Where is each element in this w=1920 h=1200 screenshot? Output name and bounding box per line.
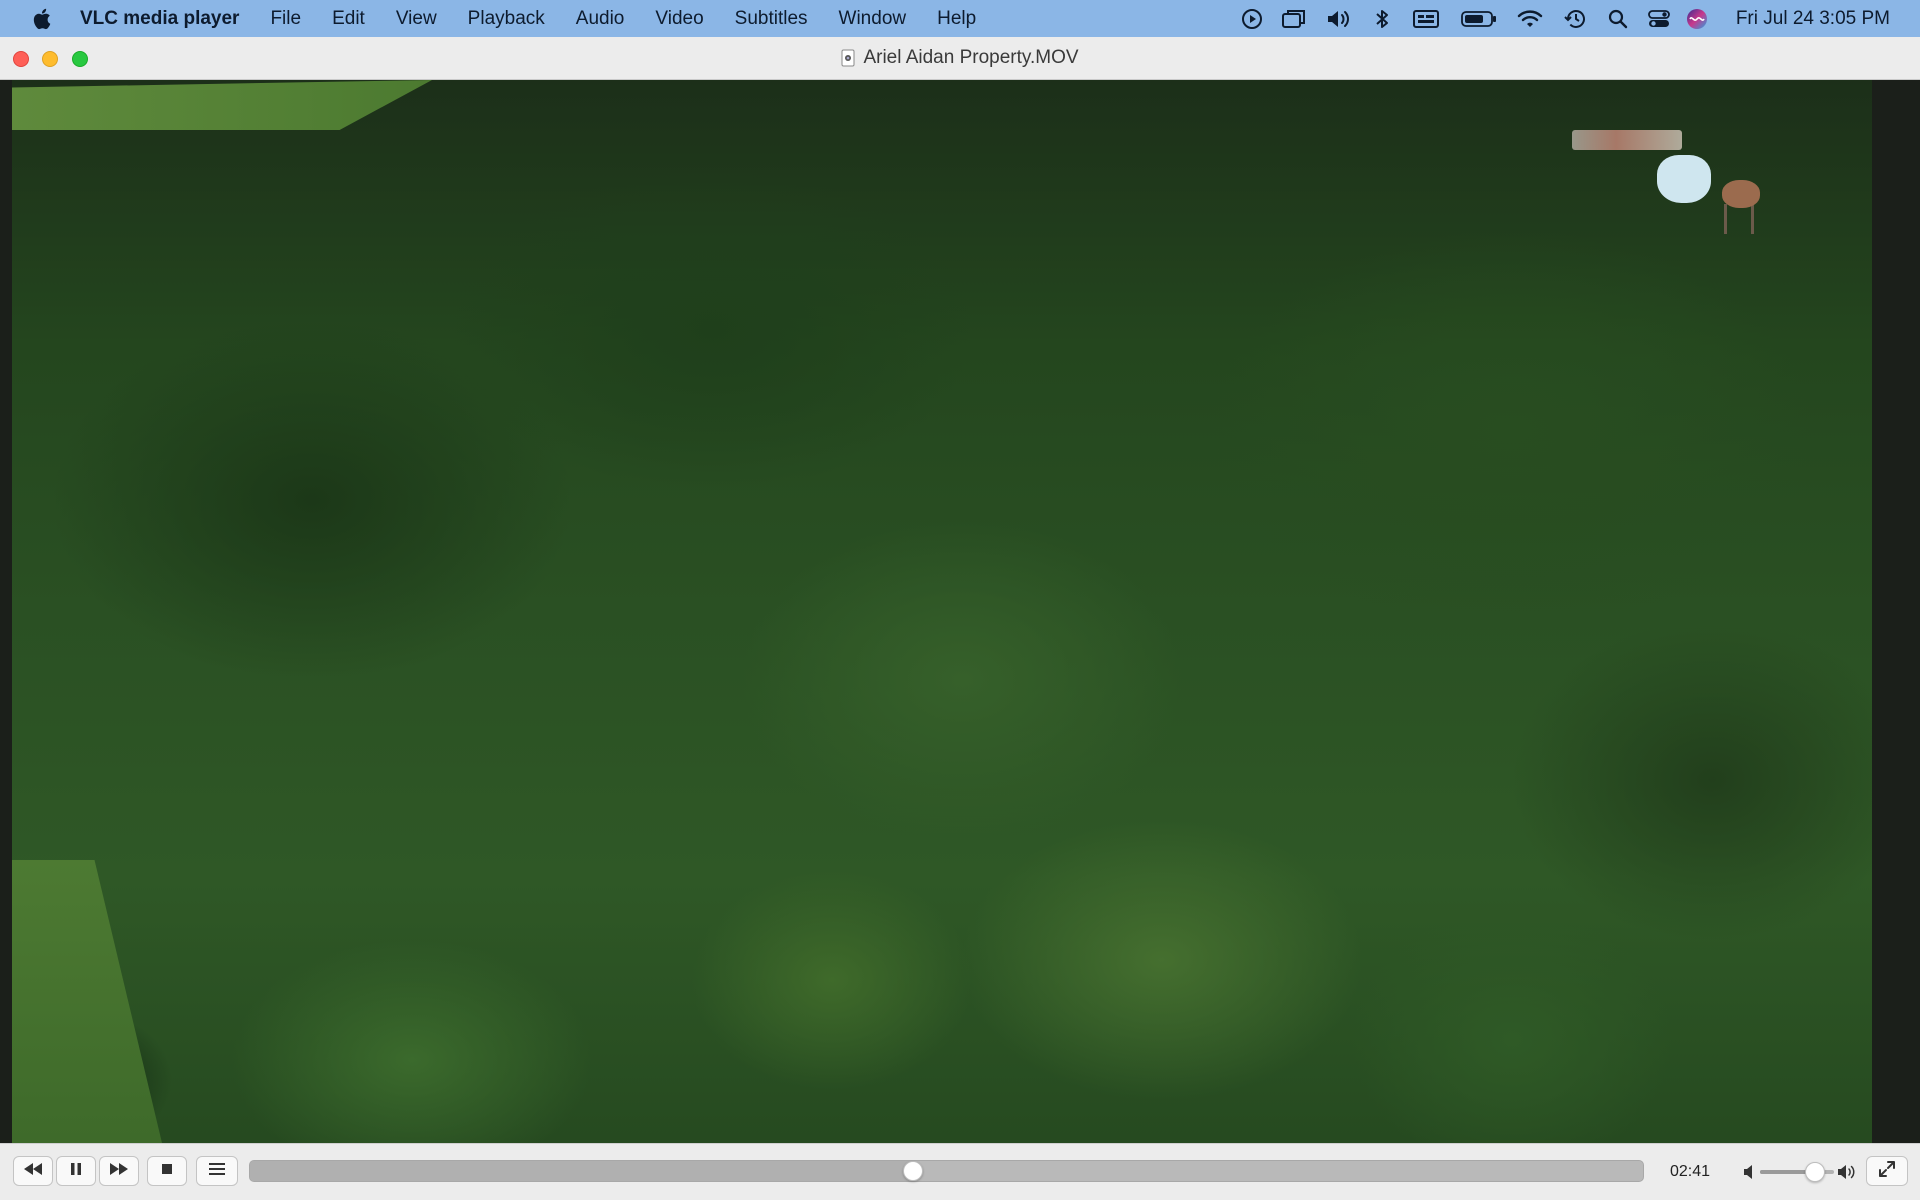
pause-icon xyxy=(70,1162,82,1181)
menu-video[interactable]: Video xyxy=(655,8,703,30)
status-area: Fri Jul 24 3:05 PM xyxy=(1232,0,1920,37)
fullscreen-button[interactable] xyxy=(1866,1156,1908,1186)
keyboard-input-icon[interactable] xyxy=(1402,0,1450,37)
siri-icon[interactable] xyxy=(1680,0,1714,37)
playlist-button[interactable] xyxy=(196,1156,238,1186)
menu-window[interactable]: Window xyxy=(839,8,907,30)
battery-icon[interactable] xyxy=(1450,0,1508,37)
rewind-button[interactable] xyxy=(13,1156,53,1186)
menubar-clock[interactable]: Fri Jul 24 3:05 PM xyxy=(1736,8,1890,30)
apple-menu-icon[interactable] xyxy=(32,7,56,31)
volume-low-icon[interactable] xyxy=(1742,1163,1758,1181)
vlc-window: Ariel Aidan Property.MOV 02:41 xyxy=(0,37,1920,1200)
app-name-menu[interactable]: VLC media player xyxy=(80,8,239,30)
menu-bar: VLC media player File Edit View Playback… xyxy=(0,0,1920,37)
menu-help[interactable]: Help xyxy=(937,8,976,30)
video-field-left xyxy=(12,860,162,1143)
stop-icon xyxy=(161,1162,173,1180)
fast-forward-icon xyxy=(108,1162,130,1181)
video-water-tank-white xyxy=(1657,155,1711,203)
playback-controls-bar: 02:41 xyxy=(0,1143,1920,1200)
spotlight-search-icon[interactable] xyxy=(1598,0,1638,37)
pause-button[interactable] xyxy=(56,1156,96,1186)
volume-high-icon[interactable] xyxy=(1836,1163,1856,1181)
fullscreen-icon xyxy=(1878,1160,1896,1183)
seek-bar-progress xyxy=(250,1161,914,1181)
bluetooth-icon[interactable] xyxy=(1362,0,1402,37)
video-houses xyxy=(1572,130,1682,150)
menu-playback[interactable]: Playback xyxy=(468,8,545,30)
window-titlebar[interactable]: Ariel Aidan Property.MOV xyxy=(0,37,1920,80)
wifi-icon[interactable] xyxy=(1508,0,1552,37)
menu-edit[interactable]: Edit xyxy=(332,8,365,30)
screen-mirror-icon[interactable] xyxy=(1272,0,1316,37)
video-water-tank-legs xyxy=(1724,204,1754,234)
volume-slider[interactable] xyxy=(1760,1162,1834,1182)
volume-slider-knob[interactable] xyxy=(1804,1162,1825,1182)
playlist-icon xyxy=(208,1162,226,1181)
rewind-icon xyxy=(22,1162,44,1181)
fast-forward-button[interactable] xyxy=(99,1156,139,1186)
video-water-tank-rust xyxy=(1722,180,1760,208)
menu-view[interactable]: View xyxy=(396,8,437,30)
menu-audio[interactable]: Audio xyxy=(576,8,625,30)
volume-icon[interactable] xyxy=(1316,0,1362,37)
elapsed-time[interactable]: 02:41 xyxy=(1670,1144,1720,1200)
movie-file-icon xyxy=(841,49,855,67)
play-circle-icon[interactable] xyxy=(1232,0,1272,37)
video-field-top xyxy=(12,80,432,130)
video-frame[interactable] xyxy=(12,80,1872,1143)
stop-button[interactable] xyxy=(147,1156,187,1186)
menu-file[interactable]: File xyxy=(270,8,301,30)
seek-bar-knob[interactable] xyxy=(903,1161,924,1181)
control-center-icon[interactable] xyxy=(1638,0,1680,37)
time-machine-icon[interactable] xyxy=(1552,0,1598,37)
window-title-area: Ariel Aidan Property.MOV xyxy=(0,37,1920,79)
seek-bar[interactable] xyxy=(249,1160,1644,1182)
window-title: Ariel Aidan Property.MOV xyxy=(863,47,1079,68)
menu-subtitles[interactable]: Subtitles xyxy=(735,8,808,30)
